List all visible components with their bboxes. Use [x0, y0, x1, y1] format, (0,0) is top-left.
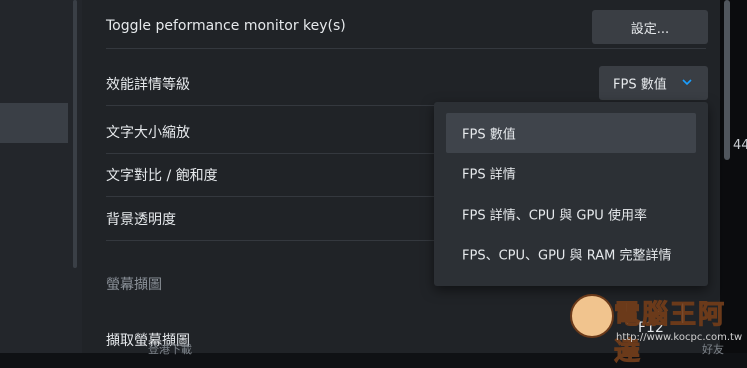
dropdown-option-fps-cpu-gpu[interactable]: FPS 詳情、CPU 與 GPU 使用率 — [446, 194, 696, 234]
option-label: FPS、CPU、GPU 與 RAM 完整詳情 — [462, 248, 672, 264]
dropdown-option-fps-value[interactable]: FPS 數值 — [446, 113, 696, 153]
taskbar-left-text: 登港下載 — [148, 343, 192, 356]
watermark: 電腦王阿達 http://www.kocpc.com.tw — [570, 290, 743, 368]
settings-button[interactable]: 設定... — [592, 10, 708, 44]
detail-level-value: FPS 數值 — [613, 77, 667, 93]
bg-opacity-label: 背景透明度 — [106, 211, 176, 228]
dropdown-option-fps-detail[interactable]: FPS 詳情 — [446, 153, 696, 193]
contrast-label: 文字對比 / 飽和度 — [106, 167, 218, 184]
detail-level-label: 效能詳情等級 — [106, 76, 190, 93]
detail-level-select[interactable]: FPS 數值 — [599, 66, 708, 100]
chevron-down-icon — [682, 79, 692, 86]
watermark-text: 電腦王阿達 — [614, 300, 727, 368]
edge-text-fragment: 44 — [733, 138, 747, 153]
dropdown-option-full-detail[interactable]: FPS、CPU、GPU 與 RAM 完整詳情 — [446, 234, 696, 274]
screenshot-section-title: 螢幕擷圖 — [106, 277, 162, 293]
detail-level-dropdown: FPS 數值 FPS 詳情 FPS 詳情、CPU 與 GPU 使用率 FPS、C… — [434, 102, 708, 286]
text-scale-label: 文字大小縮放 — [106, 124, 190, 141]
option-label: FPS 數值 — [462, 127, 516, 143]
watermark-url: http://www.kocpc.com.tw — [616, 332, 743, 343]
sidebar-scrollbar[interactable] — [73, 0, 77, 268]
main-scrollbar[interactable] — [724, 0, 730, 160]
option-label: FPS 詳情、CPU 與 GPU 使用率 — [462, 208, 647, 224]
sidebar — [0, 0, 82, 353]
mascot-icon — [570, 294, 614, 338]
sidebar-selected-item[interactable] — [0, 103, 68, 143]
toggle-perf-key-label: Toggle peformance monitor key(s) — [106, 18, 346, 34]
option-label: FPS 詳情 — [462, 167, 516, 183]
